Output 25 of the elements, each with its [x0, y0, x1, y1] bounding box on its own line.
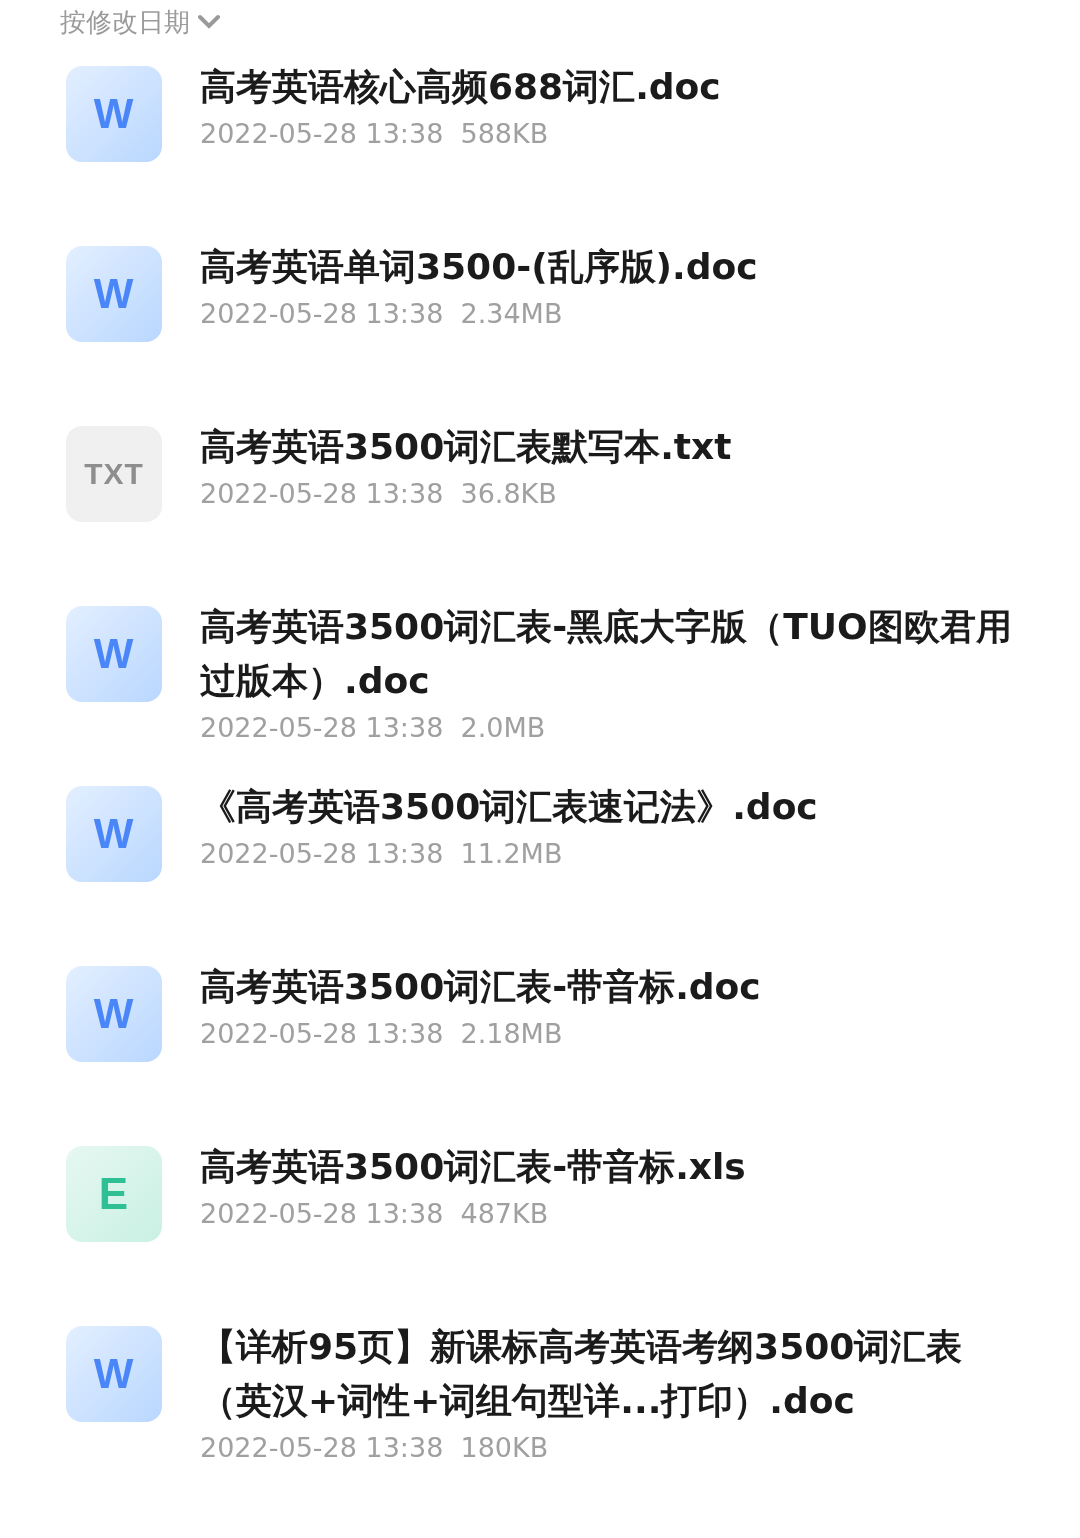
file-name[interactable]: 高考英语3500词汇表-带音标.doc	[200, 960, 1020, 1014]
chevron-down-icon	[198, 14, 220, 30]
file-details: 2022-05-28 13:38 180KB	[200, 1431, 550, 1465]
file-type-icon: E	[66, 1146, 162, 1242]
file-name[interactable]: 高考英语3500词汇表默写本.txt	[200, 420, 1020, 474]
file-name[interactable]: 【详析95页】新课标高考英语考纲3500词汇表（英汉+词性+词组句型详...打印）.doc	[200, 1320, 1020, 1428]
file-type-icon: TXT	[66, 426, 162, 522]
file-type-icon: W	[66, 606, 162, 702]
file-type-icon: W	[66, 1326, 162, 1422]
file-type-icon: W	[66, 966, 162, 1062]
file-details: 2022-05-28 13:38 487KB	[200, 1197, 550, 1231]
file-name[interactable]: 高考英语3500词汇表-带音标.xls	[200, 1140, 1020, 1194]
file-details: 2022-05-28 13:38 588KB	[200, 117, 550, 151]
file-details: 2022-05-28 13:38 2.18MB	[200, 1017, 564, 1051]
file-details: 2022-05-28 13:38 2.34MB	[200, 297, 564, 331]
file-name[interactable]: 高考英语3500词汇表-黑底大字版（TUO图欧君用过版本）.doc	[200, 600, 1020, 708]
file-type-icon: W	[66, 786, 162, 882]
file-type-icon: W	[66, 66, 162, 162]
file-name[interactable]: 高考英语单词3500-(乱序版).doc	[200, 240, 1020, 294]
file-name[interactable]: 高考英语核心高频688词汇.doc	[200, 60, 1020, 114]
file-name[interactable]: 《高考英语3500词汇表速记法》.doc	[200, 780, 1020, 834]
file-details: 2022-05-28 13:38 2.0MB	[200, 711, 547, 745]
file-details: 2022-05-28 13:38 36.8KB	[200, 477, 558, 511]
file-details: 2022-05-28 13:38 11.2MB	[200, 837, 564, 871]
file-type-icon: W	[66, 246, 162, 342]
